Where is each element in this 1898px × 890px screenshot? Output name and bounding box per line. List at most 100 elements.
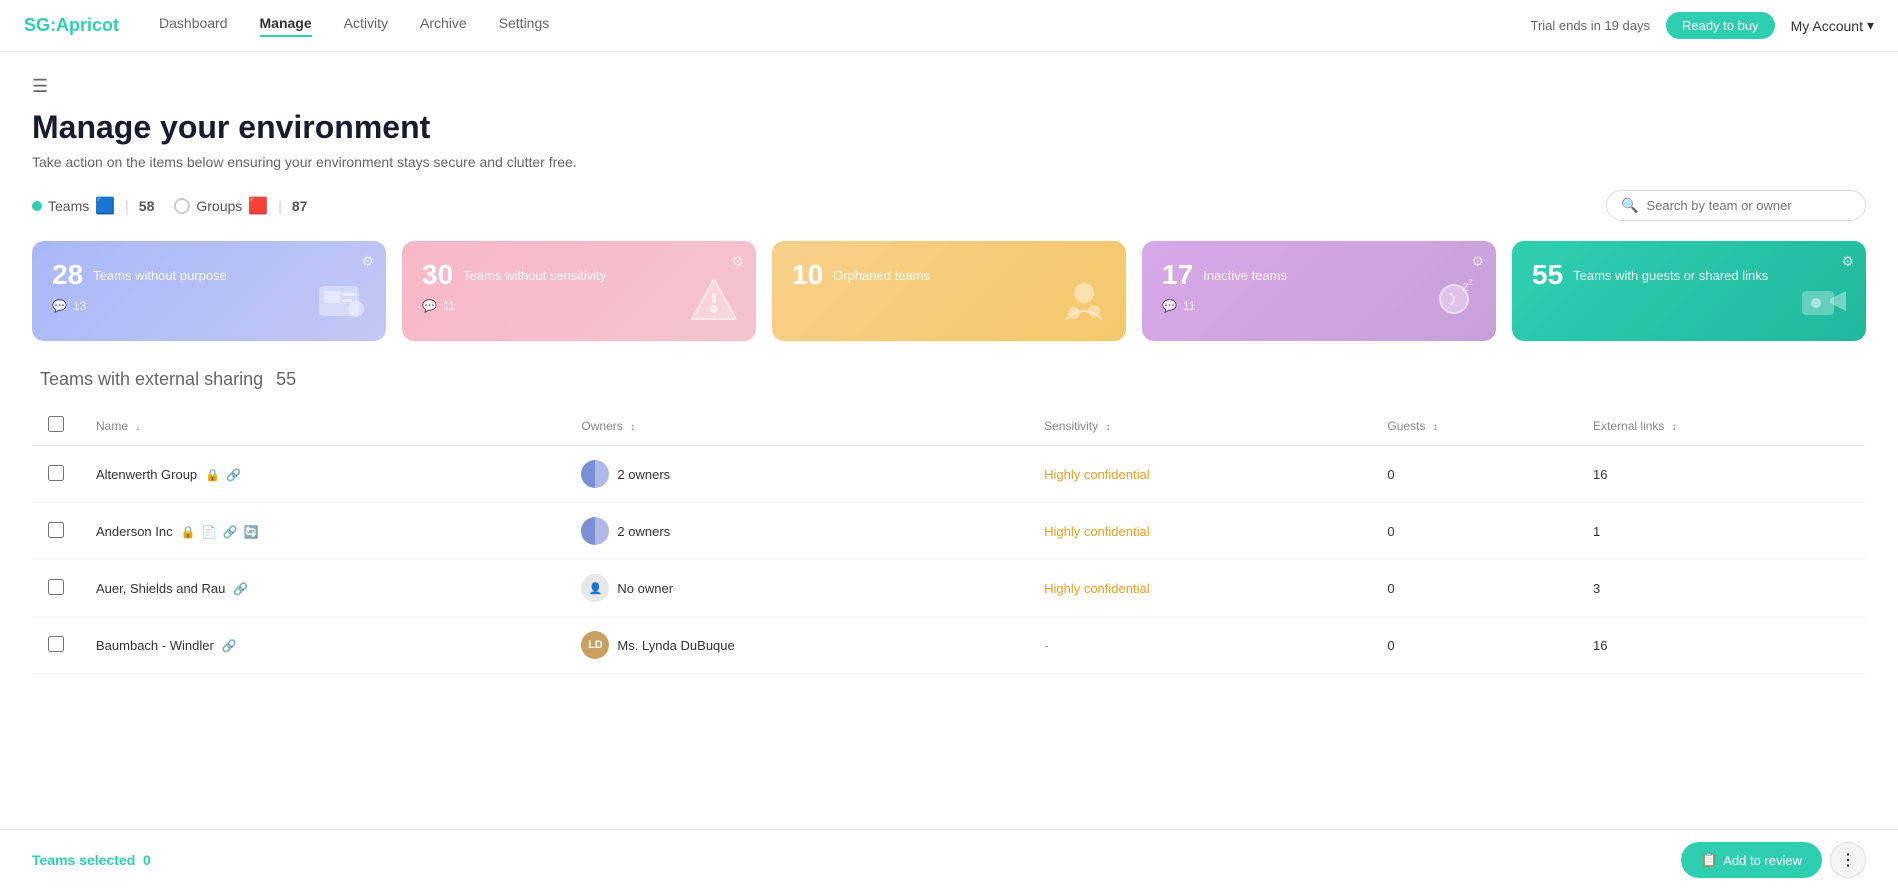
filter-icon[interactable]: ☰ [32, 76, 1866, 97]
tabs-left: Teams 🟦 | 58 Groups 🟥 | 87 [32, 196, 307, 216]
card-meta-count-4: 11 [1183, 299, 1195, 313]
col-external-links[interactable]: External links ↕ [1577, 406, 1866, 446]
team-icons: 🔒📄🔗🔄 [181, 525, 259, 539]
row-checkbox-1[interactable] [48, 522, 64, 538]
select-all-checkbox[interactable] [48, 416, 64, 432]
row-checkbox-3[interactable] [48, 636, 64, 652]
page-subtitle: Take action on the items below ensuring … [32, 154, 1866, 170]
col-name[interactable]: Name ↓ [80, 406, 565, 446]
team-icons: 🔗 [222, 639, 237, 653]
gear-icon-2[interactable]: ⚙ [731, 253, 744, 270]
card-teams-without-sensitivity[interactable]: ⚙ 30 Teams without sensitivity 💬 11 [402, 241, 756, 341]
section-title: Teams with external sharing 55 [32, 369, 1866, 390]
groups-count: 87 [292, 198, 308, 214]
logo-apricot: Apricot [56, 15, 119, 35]
dual-avatar [581, 517, 609, 545]
nav-archive[interactable]: Archive [420, 15, 467, 37]
card-teams-with-guests[interactable]: ⚙ 55 Teams with guests or shared links [1512, 241, 1866, 341]
comment-icon-1: 💬 [52, 299, 67, 313]
card-illustration-4: z z [1424, 271, 1484, 331]
row-checkbox-0[interactable] [48, 465, 64, 481]
nav-right: Trial ends in 19 days Ready to buy My Ac… [1531, 12, 1875, 39]
more-actions-button[interactable]: ⋮ [1830, 842, 1866, 878]
lock-icon: 🔒 [205, 468, 220, 482]
nav-settings[interactable]: Settings [499, 15, 550, 37]
card-inactive-teams[interactable]: ⚙ 17 Inactive teams 💬 11 z z [1142, 241, 1496, 341]
tab-groups[interactable]: Groups 🟥 | 87 [174, 196, 307, 216]
guests-value: 0 [1371, 617, 1577, 674]
card-illustration-3 [1054, 271, 1114, 331]
external-links-value: 16 [1577, 617, 1866, 674]
card-orphaned-teams[interactable]: 10 Orphaned teams [772, 241, 1126, 341]
card-teams-without-purpose[interactable]: ⚙ 28 Teams without purpose 💬 13 [32, 241, 386, 341]
col-sensitivity[interactable]: Sensitivity ↕ [1028, 406, 1371, 446]
nav-activity[interactable]: Activity [344, 15, 388, 37]
card-number-3: 10 [792, 259, 823, 291]
sensitivity-value: Highly confidential [1044, 581, 1150, 596]
chevron-down-icon: ▾ [1867, 17, 1874, 34]
add-to-review-button[interactable]: 📋 Add to review [1681, 842, 1822, 878]
ready-to-buy-button[interactable]: Ready to buy [1666, 12, 1775, 39]
selected-count: Teams selected 0 [32, 852, 151, 868]
card-label-4: Inactive teams [1203, 268, 1287, 283]
table-body: Altenwerth Group 🔒 🔗 2 owners Highly confide… [32, 446, 1866, 674]
col-sensitivity-label: Sensitivity [1044, 419, 1098, 433]
sensitivity-value: - [1044, 638, 1048, 653]
divider: | [125, 198, 129, 214]
link-icon: 🔗 [233, 582, 248, 596]
card-label-1: Teams without purpose [93, 268, 227, 283]
sensitivity-value: Highly confidential [1044, 467, 1150, 482]
owner-avatar: LD [581, 631, 609, 659]
search-input[interactable] [1646, 198, 1846, 213]
owner-name: 2 owners [617, 467, 670, 482]
link-icon: 🔗 [223, 525, 238, 539]
card-number-2: 30 [422, 259, 453, 291]
col-guests-label: Guests [1387, 419, 1425, 433]
link-icon: 🔗 [226, 468, 241, 482]
col-ext-links-label: External links [1593, 419, 1664, 433]
table-row: Auer, Shields and Rau🔗👤No ownerHighly co… [32, 560, 1866, 617]
my-account-button[interactable]: My Account ▾ [1791, 17, 1874, 34]
guests-value: 0 [1371, 446, 1577, 503]
sort-icon-owners: ↕ [630, 422, 635, 433]
main-content: ☰ Manage your environment Take action on… [0, 52, 1898, 698]
row-checkbox-2[interactable] [48, 579, 64, 595]
nav-manage[interactable]: Manage [260, 15, 312, 37]
external-links-value: 1 [1577, 503, 1866, 560]
col-owners[interactable]: Owners ↕ [565, 406, 1028, 446]
sensitivity-value: Highly confidential [1044, 524, 1150, 539]
owner-cell: 2 owners [581, 460, 1012, 488]
section-count: 55 [276, 369, 296, 389]
sort-icon-sensitivity: ↕ [1105, 422, 1110, 433]
sort-icon-name: ↓ [135, 422, 140, 433]
tab-teams[interactable]: Teams 🟦 | 58 [32, 196, 154, 216]
section-title-text: Teams with external sharing [40, 369, 263, 389]
groups-radio [174, 198, 190, 214]
gear-icon-4[interactable]: ⚙ [1471, 253, 1484, 270]
trial-text: Trial ends in 19 days [1531, 18, 1650, 33]
card-illustration-2 [684, 271, 744, 331]
external-links-value: 16 [1577, 446, 1866, 503]
table-row: Altenwerth Group 🔒 🔗 2 owners Highly confide… [32, 446, 1866, 503]
card-number-5: 55 [1532, 259, 1563, 291]
lock-icon: 🔒 [181, 525, 196, 539]
gear-icon[interactable]: ⚙ [361, 253, 374, 270]
table-section: Teams with external sharing 55 Name ↓ [32, 369, 1866, 674]
gear-icon-5[interactable]: ⚙ [1841, 253, 1854, 270]
col-name-label: Name [96, 419, 128, 433]
table-row: Baumbach - Windler🔗LDMs. Lynda DuBuque-0… [32, 617, 1866, 674]
nav-links: Dashboard Manage Activity Archive Settin… [159, 15, 1530, 37]
more-icon: ⋮ [1840, 850, 1856, 870]
content-wrapper: ☰ Manage your environment Take action on… [0, 52, 1898, 698]
selected-label: Teams selected [32, 852, 135, 868]
groups-icon: 🟥 [248, 196, 268, 216]
card-number-1: 28 [52, 259, 83, 291]
card-label-5: Teams with guests or shared links [1573, 268, 1768, 283]
team-name: Altenwerth Group [96, 467, 197, 482]
table-header: Name ↓ Owners ↕ Sensitivity ↕ Guests [32, 406, 1866, 446]
owner-cell: LDMs. Lynda DuBuque [581, 631, 1012, 659]
col-owners-label: Owners [581, 419, 622, 433]
col-guests[interactable]: Guests ↕ [1371, 406, 1577, 446]
selected-count-value: 0 [143, 852, 151, 868]
nav-dashboard[interactable]: Dashboard [159, 15, 228, 37]
